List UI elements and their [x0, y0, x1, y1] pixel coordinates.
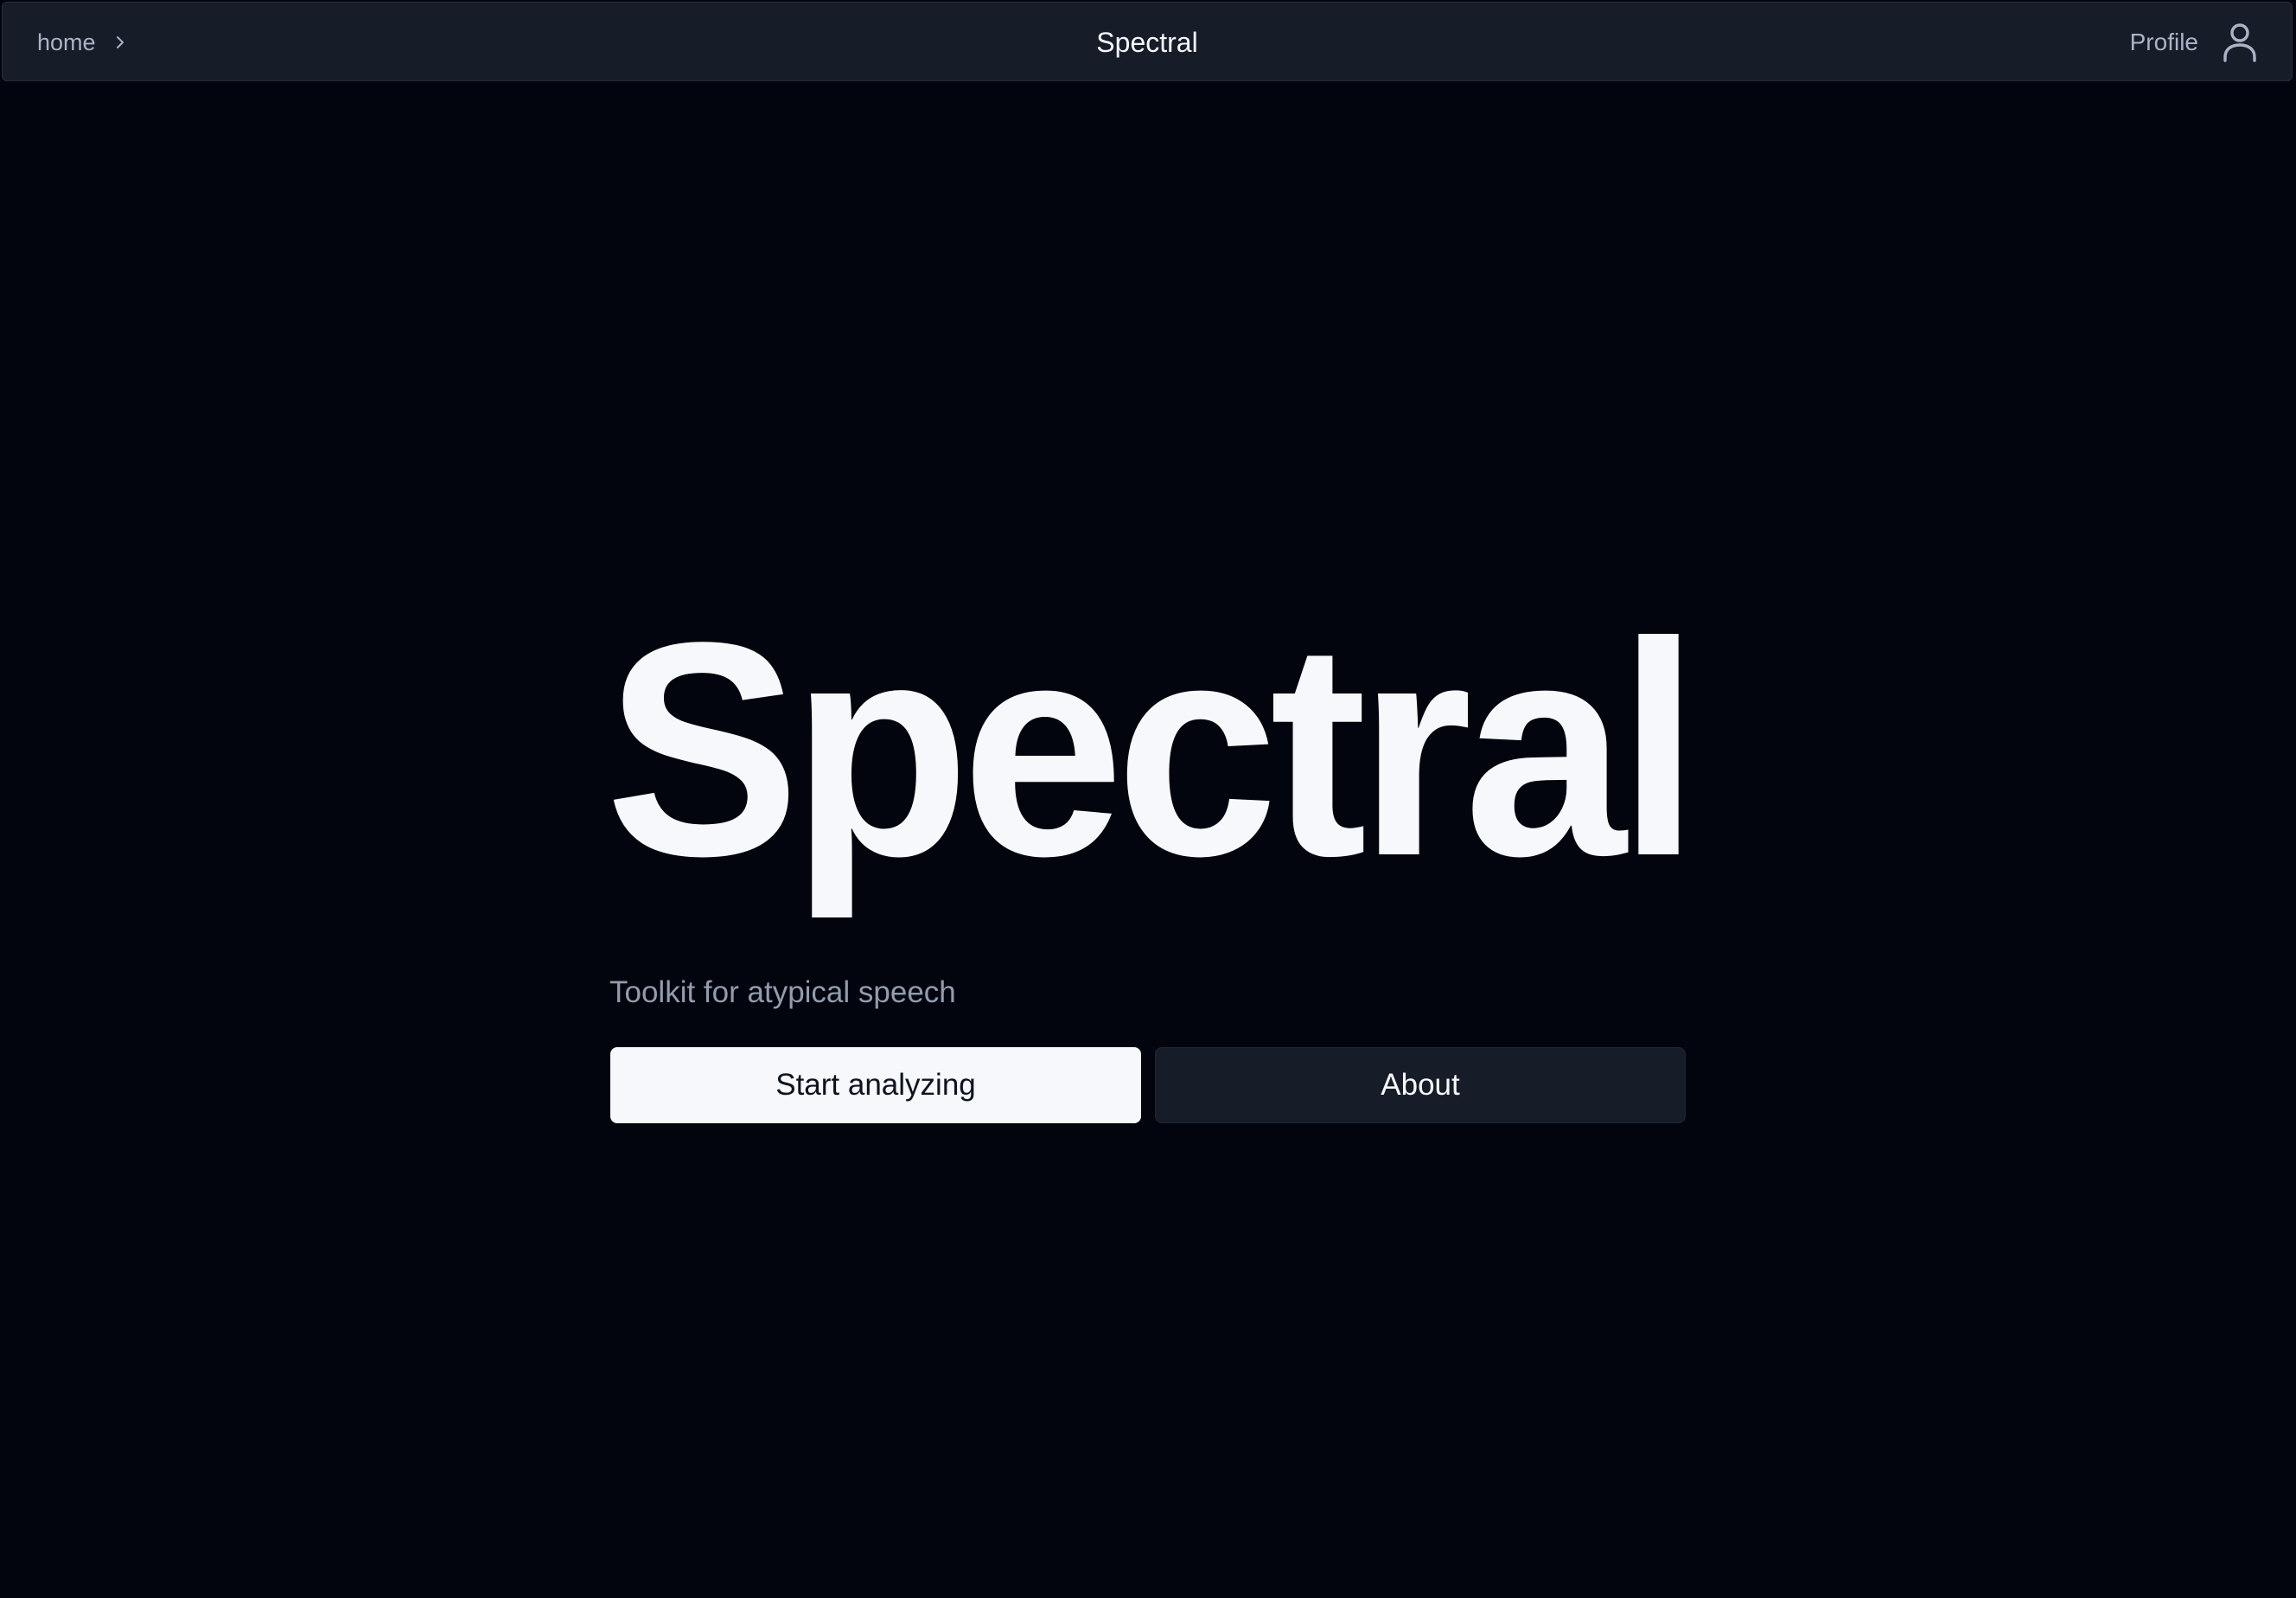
hero-tagline: Toolkit for atypical speech [609, 975, 956, 1009]
user-icon [2221, 22, 2259, 63]
breadcrumb: home [37, 3, 129, 82]
profile-button[interactable]: Profile [2130, 3, 2259, 82]
profile-label: Profile [2129, 29, 2198, 55]
hero-title: Spectral [605, 578, 1700, 919]
breadcrumb-home-link[interactable]: home [37, 29, 96, 56]
chevron-right-icon [112, 34, 129, 51]
start-analyzing-button[interactable]: Start analyzing [610, 1047, 1141, 1123]
top-navigation-bar: home Spectral Profile [2, 2, 2293, 81]
about-button[interactable]: About [1155, 1047, 1686, 1123]
app-title: Spectral [1096, 27, 1198, 58]
